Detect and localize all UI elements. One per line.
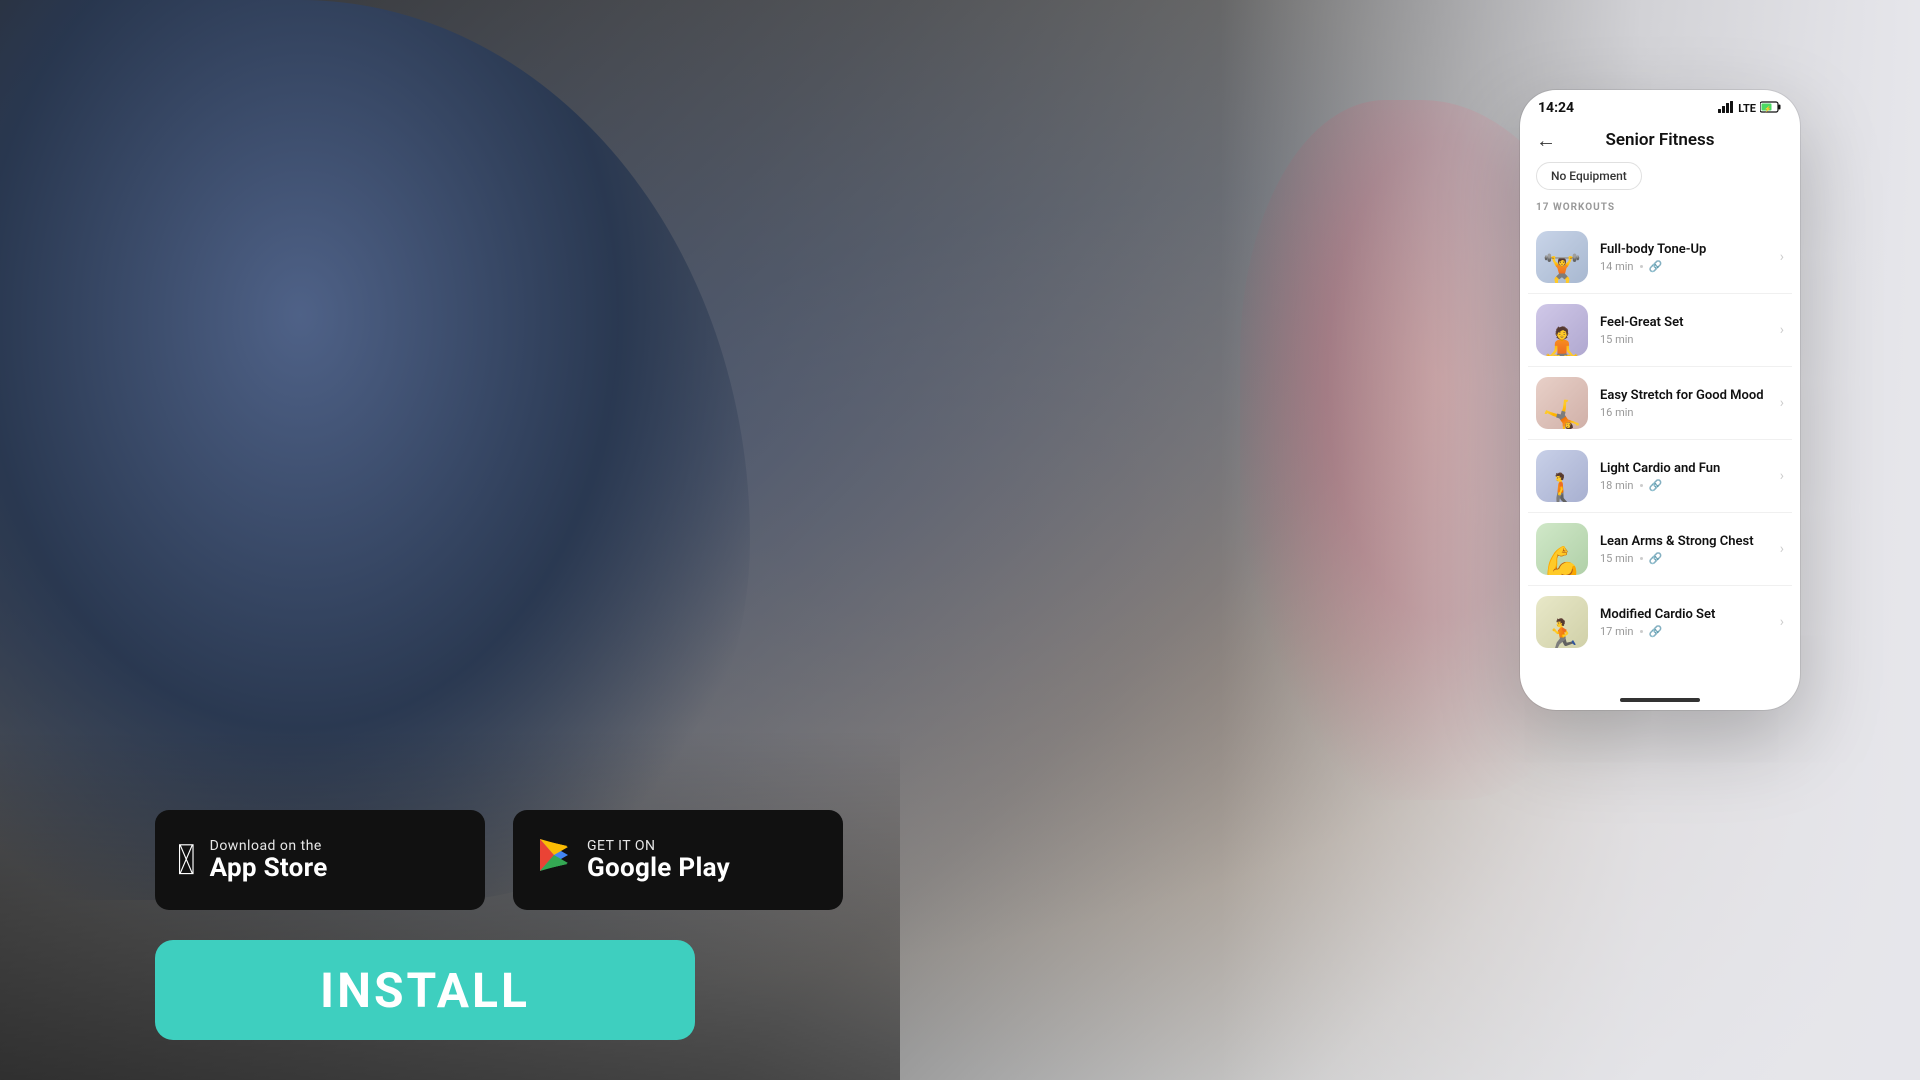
home-indicator <box>1620 698 1700 702</box>
phone-mockup: 14:24 LTE ⚡ ← S <box>1520 90 1800 710</box>
chevron-right-icon: › <box>1780 322 1784 338</box>
workout-info: Feel-Great Set 15 min <box>1600 315 1768 346</box>
workouts-count: 17 WORKOUTS <box>1520 202 1800 221</box>
workout-info: Easy Stretch for Good Mood 16 min <box>1600 388 1768 419</box>
workout-figure-icon: 🏃 <box>1542 620 1582 648</box>
workout-name: Lean Arms & Strong Chest <box>1600 534 1768 549</box>
chevron-right-icon: › <box>1780 468 1784 484</box>
chevron-right-icon: › <box>1780 249 1784 265</box>
app-store-big-text: App Store <box>210 854 328 883</box>
google-play-button[interactable]: GET IT ON Google Play <box>513 810 843 910</box>
workout-name: Modified Cardio Set <box>1600 607 1768 622</box>
meta-dot <box>1640 557 1643 560</box>
workout-thumbnail: 🧘 <box>1536 304 1588 356</box>
workout-thumbnail: 🏃 <box>1536 596 1588 648</box>
svg-text:⚡: ⚡ <box>1764 105 1771 113</box>
link-icon: 🔗 <box>1649 260 1663 273</box>
workout-list: 🏋️ Full-body Tone-Up 14 min 🔗 › 🧘 Feel-G… <box>1520 221 1800 690</box>
workout-meta: 17 min 🔗 <box>1600 625 1768 638</box>
status-icons: LTE ⚡ <box>1718 101 1782 116</box>
filter-tag[interactable]: No Equipment <box>1536 162 1642 190</box>
workout-duration: 15 min <box>1600 333 1634 346</box>
chevron-right-icon: › <box>1780 614 1784 630</box>
apple-icon:  <box>177 836 196 885</box>
battery-icon: ⚡ <box>1760 101 1782 116</box>
workout-name: Easy Stretch for Good Mood <box>1600 388 1768 403</box>
workout-meta: 18 min 🔗 <box>1600 479 1768 492</box>
workout-duration: 16 min <box>1600 406 1634 419</box>
app-store-small-text: Download on the <box>210 838 328 854</box>
filter-section: No Equipment <box>1520 162 1800 202</box>
workout-thumbnail: 🚶 <box>1536 450 1588 502</box>
workout-figure-icon: 🏋️ <box>1542 255 1582 283</box>
back-button[interactable]: ← <box>1536 128 1556 153</box>
workout-name: Light Cardio and Fun <box>1600 461 1768 476</box>
link-icon: 🔗 <box>1649 625 1663 638</box>
install-button-label: INSTALL <box>320 962 530 1019</box>
workout-figure-icon: 🚶 <box>1542 474 1582 502</box>
workout-meta: 16 min <box>1600 406 1768 419</box>
workout-thumbnail: 🏋️ <box>1536 231 1588 283</box>
phone-bottom <box>1520 690 1800 710</box>
workout-item[interactable]: 🚶 Light Cardio and Fun 18 min 🔗 › <box>1528 440 1792 513</box>
workout-name: Full-body Tone-Up <box>1600 242 1768 257</box>
workout-duration: 15 min <box>1600 552 1634 565</box>
chevron-right-icon: › <box>1780 541 1784 557</box>
workout-name: Feel-Great Set <box>1600 315 1768 330</box>
meta-dot <box>1640 484 1643 487</box>
google-play-small-text: GET IT ON <box>587 838 730 854</box>
workout-duration: 18 min <box>1600 479 1634 492</box>
workout-item[interactable]: 💪 Lean Arms & Strong Chest 15 min 🔗 › <box>1528 513 1792 586</box>
app-store-button[interactable]:  Download on the App Store <box>155 810 485 910</box>
workout-figure-icon: 🧘 <box>1542 328 1582 356</box>
chevron-right-icon: › <box>1780 395 1784 411</box>
workout-thumbnail: 💪 <box>1536 523 1588 575</box>
link-icon: 🔗 <box>1649 552 1663 565</box>
app-header: ← Senior Fitness <box>1520 122 1800 162</box>
google-play-big-text: Google Play <box>587 854 730 883</box>
status-bar: 14:24 LTE ⚡ <box>1520 90 1800 122</box>
status-time: 14:24 <box>1538 100 1574 116</box>
workout-meta: 14 min 🔗 <box>1600 260 1768 273</box>
meta-dot <box>1640 265 1643 268</box>
workout-info: Full-body Tone-Up 14 min 🔗 <box>1600 242 1768 273</box>
workout-figure-icon: 🤸 <box>1542 401 1582 429</box>
google-play-icon <box>535 836 573 884</box>
workout-duration: 17 min <box>1600 625 1634 638</box>
workout-info: Light Cardio and Fun 18 min 🔗 <box>1600 461 1768 492</box>
install-button[interactable]: INSTALL <box>155 940 695 1040</box>
workout-figure-icon: 💪 <box>1542 547 1582 575</box>
store-buttons-container:  Download on the App Store <box>155 810 843 910</box>
workout-duration: 14 min <box>1600 260 1634 273</box>
workout-item[interactable]: 🏋️ Full-body Tone-Up 14 min 🔗 › <box>1528 221 1792 294</box>
workout-item[interactable]: 🤸 Easy Stretch for Good Mood 16 min › <box>1528 367 1792 440</box>
link-icon: 🔗 <box>1649 479 1663 492</box>
app-title: Senior Fitness <box>1606 130 1715 150</box>
workout-item[interactable]: 🏃 Modified Cardio Set 17 min 🔗 › <box>1528 586 1792 658</box>
workout-thumbnail: 🤸 <box>1536 377 1588 429</box>
signal-icon <box>1718 101 1734 116</box>
workout-meta: 15 min 🔗 <box>1600 552 1768 565</box>
workout-info: Modified Cardio Set 17 min 🔗 <box>1600 607 1768 638</box>
network-label: LTE <box>1738 102 1756 115</box>
workout-item[interactable]: 🧘 Feel-Great Set 15 min › <box>1528 294 1792 367</box>
filter-tag-label: No Equipment <box>1551 169 1627 183</box>
workout-meta: 15 min <box>1600 333 1768 346</box>
meta-dot <box>1640 630 1643 633</box>
workout-info: Lean Arms & Strong Chest 15 min 🔗 <box>1600 534 1768 565</box>
